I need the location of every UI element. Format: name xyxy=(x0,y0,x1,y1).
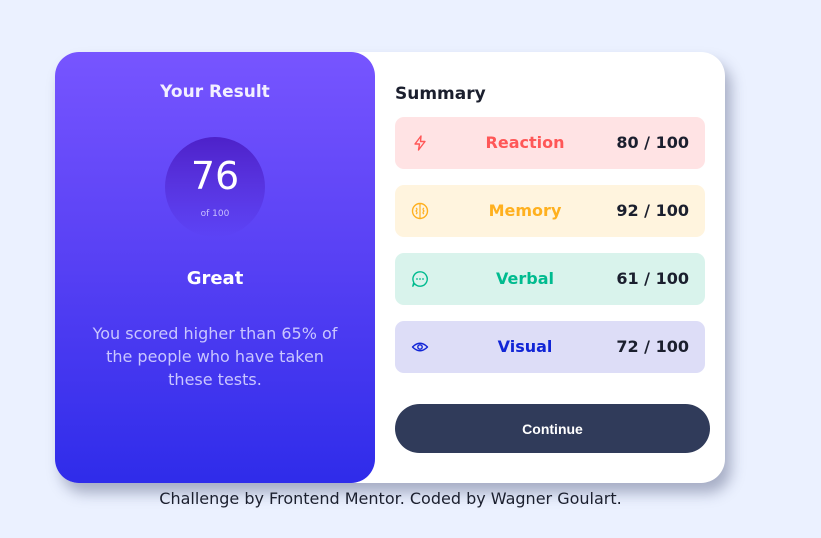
continue-button[interactable]: Continue xyxy=(395,404,710,453)
eye-icon xyxy=(411,338,429,356)
summary-item-label: Visual xyxy=(497,337,553,356)
summary-item-value: 61 / 100 xyxy=(616,269,689,288)
brain-icon xyxy=(411,202,429,220)
score-of-label: of 100 xyxy=(200,209,230,219)
summary-item-value: 80 / 100 xyxy=(616,133,689,152)
footer-attribution: Challenge by Frontend Mentor. Coded by W… xyxy=(159,489,622,508)
chat-bubble-icon xyxy=(411,270,429,288)
lightning-icon xyxy=(411,134,429,152)
summary-item-verbal: Verbal 61 / 100 xyxy=(395,253,705,305)
results-card: Your Result 76 of 100 Great You scored h… xyxy=(55,52,725,483)
summary-panel: Summary Reaction 80 / 100 Memory 92 / 10… xyxy=(395,52,715,483)
summary-item-label: Memory xyxy=(488,201,562,220)
summary-title: Summary xyxy=(395,84,486,104)
summary-item-value: 72 / 100 xyxy=(616,337,689,356)
summary-item-value: 92 / 100 xyxy=(616,201,689,220)
summary-item-label: Reaction xyxy=(485,133,565,152)
summary-item-label: Verbal xyxy=(496,269,554,288)
grade-label: Great xyxy=(186,268,244,289)
score-circle: 76 of 100 xyxy=(165,137,265,237)
result-title: Your Result xyxy=(160,82,270,102)
summary-item-visual: Visual 72 / 100 xyxy=(395,321,705,373)
score-value: 76 xyxy=(190,154,240,198)
result-panel: Your Result 76 of 100 Great You scored h… xyxy=(55,52,375,483)
summary-item-memory: Memory 92 / 100 xyxy=(395,185,705,237)
summary-item-reaction: Reaction 80 / 100 xyxy=(395,117,705,169)
result-description: You scored higher than 65% of the people… xyxy=(92,324,338,389)
